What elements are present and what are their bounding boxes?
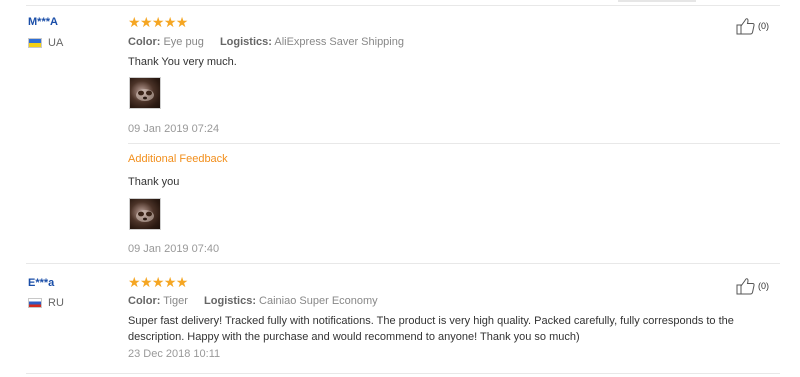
additional-feedback-date: 09 Jan 2019 07:40 <box>128 243 220 255</box>
feedback-divider <box>128 143 780 144</box>
thumbs-up-icon <box>736 278 755 295</box>
reviewer-name[interactable]: M***A <box>28 16 58 28</box>
review-date: 09 Jan 2019 07:24 <box>128 123 220 135</box>
logistics-label: Logistics: <box>204 295 256 307</box>
helpful-button[interactable]: (0) <box>736 17 769 35</box>
top-divider <box>26 5 780 6</box>
review-divider <box>26 373 780 374</box>
star-rating: ★★★★★ <box>128 14 188 30</box>
color-label: Color: <box>128 36 161 48</box>
photo-image-icon <box>136 89 154 101</box>
review-divider <box>26 263 780 264</box>
photo-image-icon <box>136 210 154 222</box>
helpful-button[interactable]: (0) <box>736 277 769 295</box>
star-rating: ★★★★★ <box>128 274 188 290</box>
color-value: Eye pug <box>163 36 204 48</box>
feedback-photo-thumbnail[interactable] <box>129 198 161 230</box>
country-code: UA <box>48 37 64 49</box>
review-photo-thumbnail[interactable] <box>129 77 161 109</box>
reviewer-name[interactable]: E***a <box>28 277 54 289</box>
russia-flag-icon <box>28 298 42 308</box>
logistics-value: AliExpress Saver Shipping <box>274 36 404 48</box>
reviewer-country: UA <box>28 37 63 49</box>
top-tab-edge <box>618 0 696 2</box>
review-attributes: Color: Tiger Logistics: Cainiao Super Ec… <box>128 295 378 307</box>
review-text: Thank You very much. <box>128 56 237 68</box>
review-date: 23 Dec 2018 10:11 <box>128 348 221 360</box>
additional-feedback-text: Thank you <box>128 176 180 188</box>
review-attributes: Color: Eye pug Logistics: AliExpress Sav… <box>128 36 404 48</box>
review-text: Super fast delivery! Tracked fully with … <box>128 315 734 343</box>
color-label: Color: <box>128 295 161 307</box>
country-code: RU <box>48 297 64 309</box>
logistics-value: Cainiao Super Economy <box>259 295 378 307</box>
logistics-label: Logistics: <box>219 36 272 48</box>
thumbs-up-icon <box>736 18 755 35</box>
helpful-count: (0) <box>758 281 769 291</box>
reviewer-country: RU <box>28 297 64 309</box>
additional-feedback-label: Additional Feedback <box>128 153 228 165</box>
ukraine-flag-icon <box>28 38 42 48</box>
color-value: Tiger <box>163 295 188 307</box>
helpful-count: (0) <box>758 21 769 31</box>
